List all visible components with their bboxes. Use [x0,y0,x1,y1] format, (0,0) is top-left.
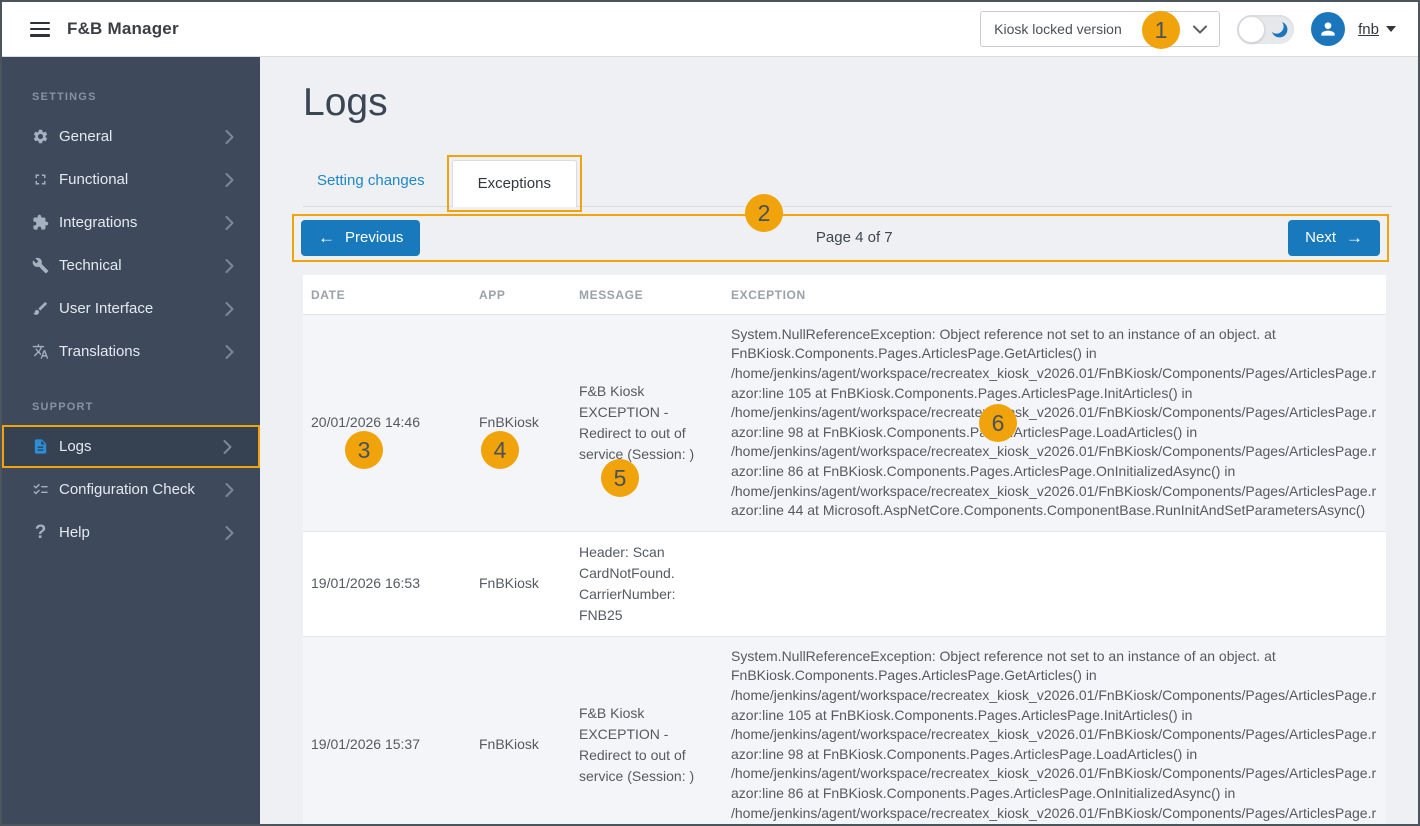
sidebar-item-label: Integrations [59,214,137,231]
sidebar-item-general[interactable]: General [2,115,260,158]
chevron-right-icon [225,345,234,359]
app-title: F&B Manager [67,19,179,39]
previous-button[interactable]: ← Previous [301,220,420,256]
top-header: F&B Manager Kiosk locked version fnb [2,2,1418,57]
sidebar-item-integrations[interactable]: Integrations [2,201,260,244]
sidebar-item-functional[interactable]: Functional [2,158,260,201]
cell-app: FnBKiosk [471,636,571,826]
cell-message: F&B Kiosk EXCEPTION - Redirect to out of… [571,314,723,531]
page-title: Logs [303,81,1418,126]
moon-icon [1270,20,1289,39]
sidebar-item-label: Configuration Check [59,481,195,498]
toggle-knob [1238,16,1265,43]
arrow-right-icon: → [1346,229,1363,246]
cell-date: 19/01/2026 15:37 [303,636,471,826]
caret-down-icon [1386,26,1396,32]
chevron-right-icon [225,130,234,144]
chevron-right-icon [225,216,234,230]
user-menu[interactable]: fnb [1358,21,1396,38]
sidebar-item-label: Logs [59,438,92,455]
sidebar-item-translations[interactable]: Translations [2,330,260,373]
version-select[interactable]: Kiosk locked version [980,11,1220,47]
table-header-row: DATE APP MESSAGE EXCEPTION [303,275,1386,315]
translate-icon [32,343,49,360]
callout-1: 1 [1142,11,1180,49]
checklist-icon [32,481,49,498]
tab-exceptions[interactable]: Exceptions [452,160,577,207]
wrench-icon [32,257,49,274]
next-button[interactable]: Next → [1288,220,1380,256]
cell-date: 20/01/2026 14:46 [303,314,471,531]
sidebar-item-configuration-check[interactable]: Configuration Check [2,468,260,511]
pagination-bar: ← Previous Page 4 of 7 Next → [292,214,1389,262]
version-select-value: Kiosk locked version [994,21,1122,37]
annotation-box-exceptions-tab: Exceptions [447,155,582,212]
callout-4: 4 [481,431,519,469]
table-row: 19/01/2026 16:53 FnBKiosk Header: Scan C… [303,531,1386,636]
menu-icon[interactable] [30,22,50,37]
sidebar-section-settings: SETTINGS [2,57,260,115]
callout-5: 5 [601,459,639,497]
page-status: Page 4 of 7 [420,229,1288,246]
tab-setting-changes[interactable]: Setting changes [303,155,439,207]
theme-toggle[interactable] [1237,15,1294,44]
sidebar: SETTINGS General Functional Integrations… [2,57,260,826]
sidebar-section-support: SUPPORT [2,373,260,425]
chevron-right-icon [225,526,234,540]
chevron-down-icon [1193,25,1207,34]
gear-icon [32,128,49,145]
sidebar-item-label: Translations [59,343,140,360]
cell-date: 19/01/2026 16:53 [303,531,471,636]
sidebar-item-label: Functional [59,171,128,188]
sidebar-item-label: Help [59,524,90,541]
arrow-left-icon: ← [318,229,335,246]
chevron-right-icon [225,173,234,187]
main-content: Logs Setting changes Exceptions ← Previo… [260,57,1418,826]
col-header-exception: EXCEPTION [723,275,1386,315]
cell-message: F&B Kiosk EXCEPTION - Redirect to out of… [571,636,723,826]
cell-exception: System.NullReferenceException: Object re… [723,314,1386,531]
cell-exception [723,531,1386,636]
chevron-right-icon [225,483,234,497]
exceptions-table: DATE APP MESSAGE EXCEPTION 20/01/2026 14… [303,275,1386,826]
sidebar-item-user-interface[interactable]: User Interface [2,287,260,330]
col-header-message: MESSAGE [571,275,723,315]
paintbrush-icon [32,300,49,317]
person-icon [1318,19,1338,39]
question-icon: ? [32,524,49,541]
sidebar-item-label: User Interface [59,300,153,317]
col-header-date: DATE [303,275,471,315]
callout-2: 2 [745,194,783,232]
chevron-right-icon [225,302,234,316]
app-window: F&B Manager Kiosk locked version fnb SET… [0,0,1420,826]
header-actions: Kiosk locked version fnb [980,11,1396,47]
puzzle-icon [32,214,49,231]
table-row: 20/01/2026 14:46 FnBKiosk F&B Kiosk EXCE… [303,314,1386,531]
cell-app: FnBKiosk [471,531,571,636]
sidebar-item-label: General [59,128,112,145]
cell-exception: System.NullReferenceException: Object re… [723,636,1386,826]
user-name: fnb [1358,21,1379,38]
tab-bar: Setting changes Exceptions [303,155,1392,207]
cell-message: Header: Scan CardNotFound. CarrierNumber… [571,531,723,636]
sidebar-item-logs[interactable]: Logs [2,425,260,468]
fullscreen-icon [32,171,49,188]
callout-6: 6 [979,404,1017,442]
sidebar-item-label: Technical [59,257,122,274]
table-row: 19/01/2026 15:37 FnBKiosk F&B Kiosk EXCE… [303,636,1386,826]
callout-3: 3 [345,431,383,469]
chevron-right-icon [225,259,234,273]
user-avatar[interactable] [1311,12,1345,46]
col-header-app: APP [471,275,571,315]
document-icon [32,438,49,455]
sidebar-item-technical[interactable]: Technical [2,244,260,287]
chevron-right-icon [223,440,232,454]
cell-app: FnBKiosk [471,314,571,531]
sidebar-item-help[interactable]: ? Help [2,511,260,554]
